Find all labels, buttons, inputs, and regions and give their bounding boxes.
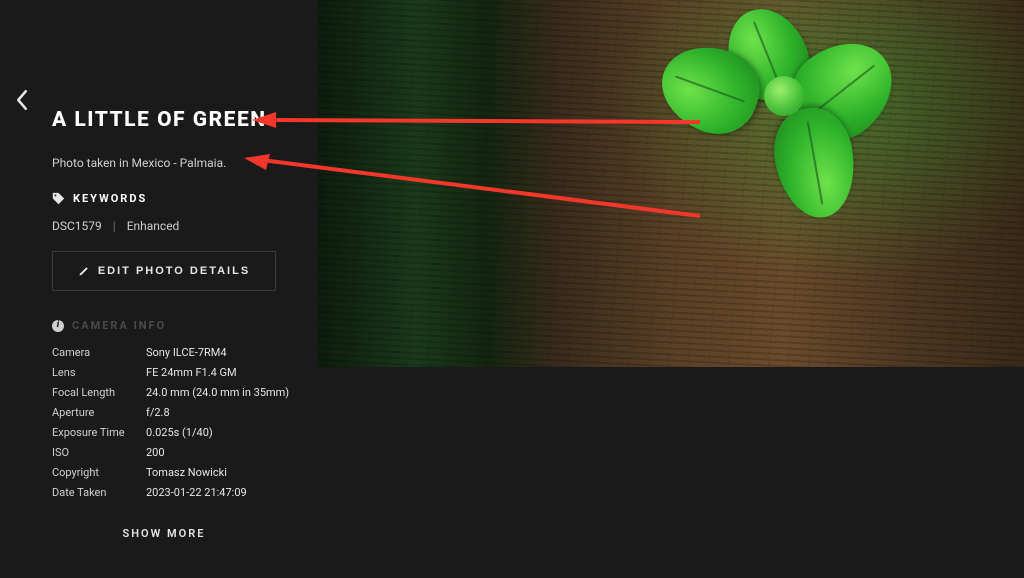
keywords-header-row: KEYWORDS: [52, 192, 300, 205]
meta-value-aperture: f/2.8: [146, 406, 300, 419]
edit-button-label: EDIT PHOTO DETAILS: [98, 265, 250, 277]
meta-label-iso: ISO: [52, 446, 146, 459]
photo-details-panel: A LITTLE OF GREEN Photo taken in Mexico …: [52, 108, 300, 540]
edit-photo-details-button[interactable]: EDIT PHOTO DETAILS: [52, 251, 276, 291]
keyword-item: Enhanced: [127, 219, 180, 233]
photo-preview[interactable]: [318, 0, 1024, 367]
camera-info-header: CAMERA INFO: [72, 319, 166, 332]
meta-label-copyright: Copyright: [52, 466, 146, 479]
chevron-left-icon: [15, 90, 29, 110]
keywords-list: DSC1579 | Enhanced: [52, 219, 300, 233]
meta-label-exposure: Exposure Time: [52, 426, 146, 439]
camera-info-header-row: i CAMERA INFO: [52, 319, 300, 332]
keyword-item: DSC1579: [52, 219, 102, 233]
photo-title: A LITTLE OF GREEN: [52, 108, 300, 132]
keyword-divider: |: [113, 219, 116, 233]
meta-value-copyright: Tomasz Nowicki: [146, 466, 300, 479]
meta-value-exposure: 0.025s (1/40): [146, 426, 300, 439]
tag-icon: [52, 192, 65, 205]
pencil-icon: [78, 265, 90, 277]
show-more-button[interactable]: SHOW MORE: [52, 527, 276, 540]
camera-meta-table: Camera Sony ILCE-7RM4 Lens FE 24mm F1.4 …: [52, 346, 300, 499]
back-button[interactable]: [10, 88, 34, 112]
meta-value-date: 2023-01-22 21:47:09: [146, 486, 300, 499]
info-icon: i: [52, 320, 64, 332]
meta-label-camera: Camera: [52, 346, 146, 359]
meta-label-aperture: Aperture: [52, 406, 146, 419]
meta-value-camera: Sony ILCE-7RM4: [146, 346, 300, 359]
meta-value-iso: 200: [146, 446, 300, 459]
leaf-bud: [764, 76, 804, 116]
meta-label-date: Date Taken: [52, 486, 146, 499]
photo-caption: Photo taken in Mexico - Palmaia.: [52, 156, 300, 170]
meta-value-lens: FE 24mm F1.4 GM: [146, 366, 300, 379]
meta-label-lens: Lens: [52, 366, 146, 379]
keywords-header: KEYWORDS: [73, 192, 147, 205]
meta-label-focal: Focal Length: [52, 386, 146, 399]
meta-value-focal: 24.0 mm (24.0 mm in 35mm): [146, 386, 300, 399]
photo-texture: [318, 0, 1024, 367]
